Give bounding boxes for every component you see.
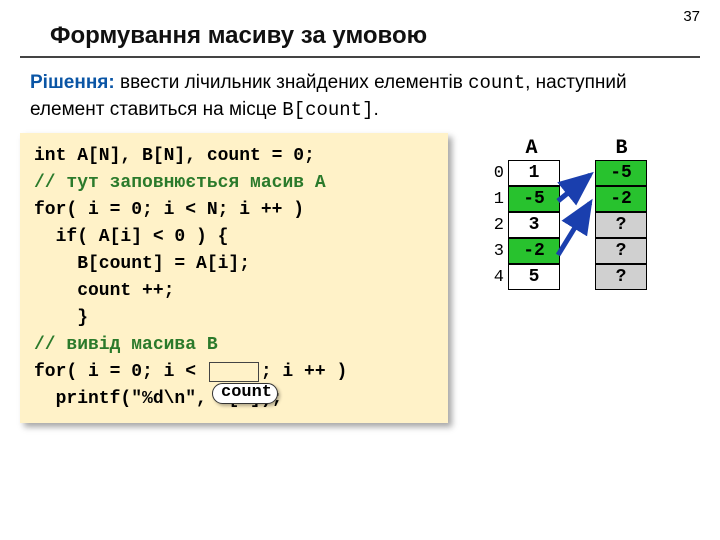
array-row: 0 1 -5: [478, 160, 649, 186]
cell-b: ?: [595, 238, 647, 264]
array-row: 3 -2 ?: [478, 238, 649, 264]
page-title: Формування масиву за умовою: [20, 0, 700, 58]
description: Рішення: ввести лічильник знайдених елем…: [0, 70, 720, 133]
array-row: 4 5 ?: [478, 264, 649, 290]
code-line: for( i = 0; i < ; i ++ ): [34, 359, 434, 386]
array-b-label: B: [594, 137, 649, 160]
page-number: 37: [683, 8, 700, 25]
cell-a: 5: [508, 264, 560, 290]
code-comment: // тут заповнюється масив A: [34, 170, 434, 197]
row-index: 0: [478, 164, 508, 183]
fill-box: [209, 362, 259, 382]
code-line: int A[N], B[N], count = 0;: [34, 143, 434, 170]
cell-b: -2: [595, 186, 647, 212]
array-row: 2 3 ?: [478, 212, 649, 238]
code-box: int A[N], B[N], count = 0; // тут заповн…: [20, 133, 448, 423]
desc-text3: .: [373, 99, 378, 120]
cell-a: -5: [508, 186, 560, 212]
cell-a: 1: [508, 160, 560, 186]
desc-keyword: Рішення:: [30, 72, 115, 93]
desc-code-count: count: [468, 72, 525, 94]
cell-b: ?: [595, 264, 647, 290]
array-row: 1 -5 -2: [478, 186, 649, 212]
code-line: }: [34, 305, 434, 332]
row-index: 1: [478, 190, 508, 209]
array-a-label: A: [504, 137, 559, 160]
arrays-diagram: A B 0 1 -5 1 -5 -2 2 3 ? 3 -2 ?: [478, 133, 649, 290]
cell-a: 3: [508, 212, 560, 238]
code-line: if( A[i] < 0 ) {: [34, 224, 434, 251]
desc-code-bcount: B[count]: [282, 99, 373, 121]
cell-a: -2: [508, 238, 560, 264]
code-line: B[count] = A[i];: [34, 251, 434, 278]
cell-b: -5: [595, 160, 647, 186]
code-line: count ++;: [34, 278, 434, 305]
row-index: 3: [478, 242, 508, 261]
cell-b: ?: [595, 212, 647, 238]
desc-text1: ввести лічильник знайдених елементів: [115, 72, 468, 93]
code-fragment: ; i ++ ): [261, 362, 347, 382]
code-line: for( i = 0; i < N; i ++ ): [34, 197, 434, 224]
row-index: 4: [478, 268, 508, 287]
row-index: 2: [478, 216, 508, 235]
code-fragment: for( i = 0; i <: [34, 362, 207, 382]
count-bubble: count: [212, 383, 278, 404]
code-comment: // вивід масива B: [34, 332, 434, 359]
